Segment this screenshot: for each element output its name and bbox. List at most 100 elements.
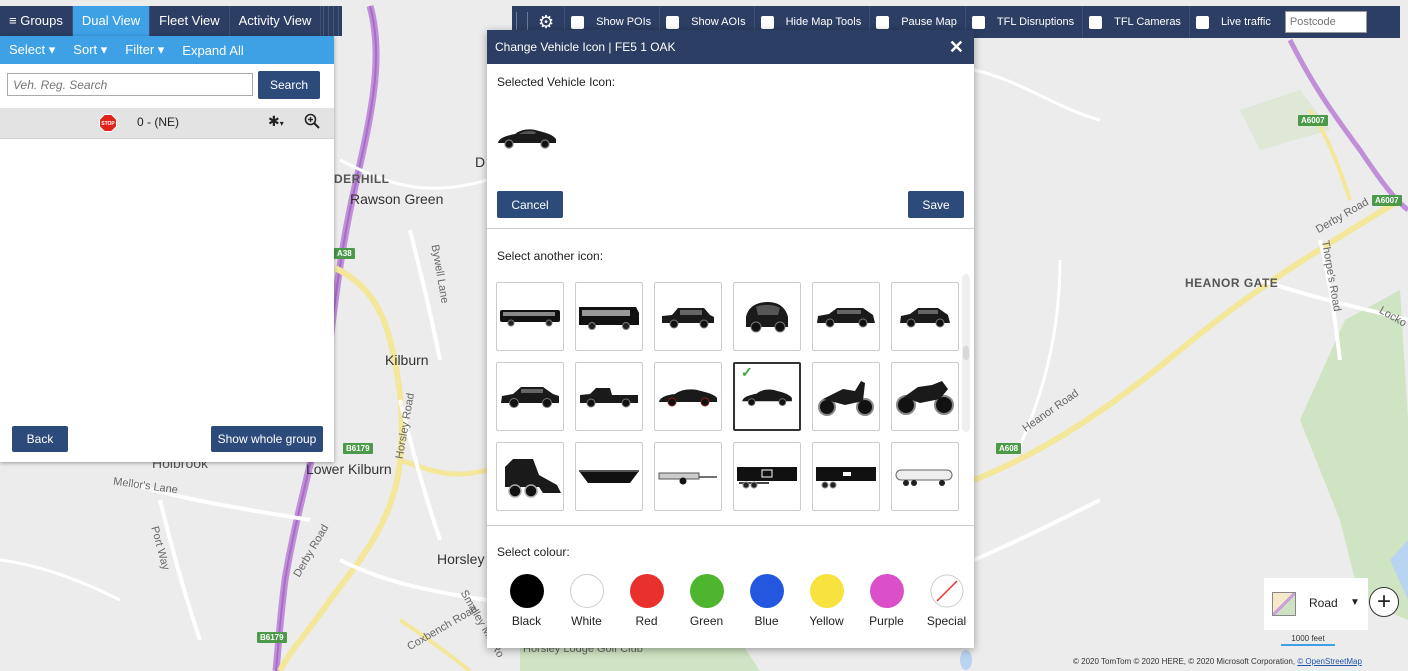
- colour-label: Special: [926, 614, 967, 628]
- tfl-cameras-checkbox[interactable]: [1089, 15, 1103, 29]
- divider: [487, 525, 974, 526]
- hide-map-tools-checkbox[interactable]: [760, 15, 774, 29]
- icon-option-flatbed-trailer[interactable]: [733, 442, 801, 511]
- pause-map-checkbox[interactable]: [876, 15, 890, 29]
- icon-option-suv[interactable]: [654, 282, 722, 351]
- icon-option-skip[interactable]: [575, 442, 643, 511]
- icon-option-motorbike[interactable]: [891, 362, 959, 431]
- zoom-to-vehicle-icon[interactable]: [304, 113, 320, 129]
- live-traffic-toggle[interactable]: Live traffic: [1188, 6, 1279, 38]
- map-label-kilburn: Kilburn: [385, 352, 429, 368]
- divider: [487, 228, 974, 229]
- no-colour-icon[interactable]: [930, 574, 964, 608]
- save-button[interactable]: Save: [908, 191, 964, 218]
- icon-option-sedan[interactable]: [496, 362, 564, 431]
- expand-all-button[interactable]: Expand All: [173, 43, 252, 58]
- vehicle-reg-search-input[interactable]: [7, 73, 253, 96]
- icon-option-sports-car[interactable]: ✓: [733, 362, 801, 431]
- icon-option-estate-car[interactable]: [812, 282, 880, 351]
- road-badge-a38: A38: [334, 248, 355, 259]
- checkmark-icon: ✓: [741, 364, 753, 380]
- menu-icon: ≡: [9, 13, 17, 28]
- show-whole-group-button[interactable]: Show whole group: [211, 426, 323, 452]
- box-trailer-icon: [816, 466, 876, 488]
- icon-option-tanker-trailer[interactable]: [891, 442, 959, 511]
- select-another-icon-label: Select another icon:: [497, 249, 604, 263]
- cancel-button[interactable]: Cancel: [497, 191, 563, 218]
- filter-menu[interactable]: Filter ▾: [116, 42, 173, 58]
- trailer-icon: [658, 472, 717, 484]
- estate-car-icon: [817, 307, 875, 327]
- scrollbar-thumb[interactable]: [963, 346, 969, 360]
- map-label-derhill: DERHILL: [334, 172, 390, 186]
- tab-groups-label: Groups: [20, 13, 63, 28]
- tfl-disruptions-checkbox[interactable]: [971, 15, 985, 29]
- icon-option-pickup-truck[interactable]: [575, 362, 643, 431]
- icon-option-coach[interactable]: [575, 282, 643, 351]
- icon-option-saloon-car[interactable]: [654, 362, 722, 431]
- colour-swatch-green[interactable]: [689, 574, 724, 608]
- map-layer-selector[interactable]: Road ▼: [1264, 578, 1368, 630]
- colour-option-red[interactable]: Red: [616, 574, 677, 628]
- list-toolbar: Select ▾ Sort ▾ Filter ▾ Expand All: [0, 36, 334, 64]
- icon-option-hatchback[interactable]: [891, 282, 959, 351]
- show-pois-checkbox[interactable]: [571, 15, 585, 29]
- tab-fleet-view[interactable]: Fleet View: [150, 6, 230, 36]
- map-layer-icon: [1272, 592, 1296, 616]
- openstreetmap-link[interactable]: © OpenStreetMap: [1297, 657, 1362, 666]
- map-scale-bar: 1000 feet: [1281, 634, 1335, 646]
- colour-swatch-blue[interactable]: [749, 574, 784, 608]
- colour-option-yellow[interactable]: Yellow: [796, 574, 857, 628]
- icon-option-bus[interactable]: [496, 282, 564, 351]
- colour-swatch-red[interactable]: [629, 574, 664, 608]
- icon-option-skid-steer[interactable]: [496, 442, 564, 511]
- zoom-in-button[interactable]: +: [1369, 587, 1399, 617]
- map-label-lower-kilburn: Lower Kilburn: [306, 461, 392, 477]
- colour-swatch-black[interactable]: [509, 574, 544, 608]
- icon-option-scooter[interactable]: [812, 362, 880, 431]
- tab-groups[interactable]: ≡ Groups: [0, 6, 73, 36]
- road-badge-a6007: A6007: [1298, 115, 1328, 126]
- dialog-header: Change Vehicle Icon | FE5 1 OAK ✕: [487, 30, 974, 64]
- pickup-truck-icon: [580, 387, 638, 407]
- icon-grid-scrollbar[interactable]: [962, 274, 970, 432]
- live-traffic-checkbox[interactable]: [1195, 15, 1209, 29]
- close-icon[interactable]: ✕: [949, 30, 964, 64]
- colour-swatch-white[interactable]: [569, 574, 604, 608]
- colour-option-special[interactable]: Special: [916, 574, 977, 628]
- postcode-input[interactable]: [1284, 11, 1367, 33]
- icon-option-box-trailer[interactable]: [812, 442, 880, 511]
- colour-swatch-purple[interactable]: [869, 574, 904, 608]
- colour-swatch-yellow[interactable]: [809, 574, 844, 608]
- road-badge-a6007-east: A6007: [1372, 195, 1402, 206]
- colour-label: White: [571, 614, 602, 628]
- icon-option-smart-car[interactable]: [733, 282, 801, 351]
- colour-label: Red: [635, 614, 658, 628]
- panel-drag-handle[interactable]: [323, 6, 343, 36]
- sedan-icon: [501, 386, 559, 408]
- select-menu[interactable]: Select ▾: [0, 42, 64, 58]
- tab-activity-view[interactable]: Activity View: [230, 6, 322, 36]
- colour-option-blue[interactable]: Blue: [736, 574, 797, 628]
- show-aois-checkbox[interactable]: [666, 15, 680, 29]
- tfl-disruptions-toggle[interactable]: TFL Disruptions: [964, 6, 1082, 38]
- vehicle-list-item[interactable]: STOP 0 - (NE) ✱▾: [0, 108, 334, 139]
- back-button[interactable]: Back: [12, 426, 68, 452]
- colour-option-green[interactable]: Green: [676, 574, 737, 628]
- map-layer-label: Road: [1309, 596, 1338, 610]
- map-label-d: D: [475, 154, 486, 170]
- smart-car-icon: [746, 301, 788, 332]
- scooter-icon: [818, 380, 874, 416]
- settings-dropdown-icon[interactable]: ✱▾: [268, 113, 284, 130]
- toolbar-drag-handle[interactable]: [516, 12, 528, 32]
- colour-option-purple[interactable]: Purple: [856, 574, 917, 628]
- colour-option-white[interactable]: White: [556, 574, 617, 628]
- tfl-cameras-toggle[interactable]: TFL Cameras: [1082, 6, 1189, 38]
- sort-menu[interactable]: Sort ▾: [64, 42, 116, 58]
- colour-option-black[interactable]: Black: [496, 574, 557, 628]
- tab-dual-view[interactable]: Dual View: [72, 6, 151, 36]
- icon-option-trailer[interactable]: [654, 442, 722, 511]
- hide-map-tools-label: Hide Map Tools: [785, 16, 862, 28]
- attribution-text: © 2020 TomTom © 2020 HERE, © 2020 Micros…: [1073, 657, 1298, 666]
- search-button[interactable]: Search: [258, 71, 320, 99]
